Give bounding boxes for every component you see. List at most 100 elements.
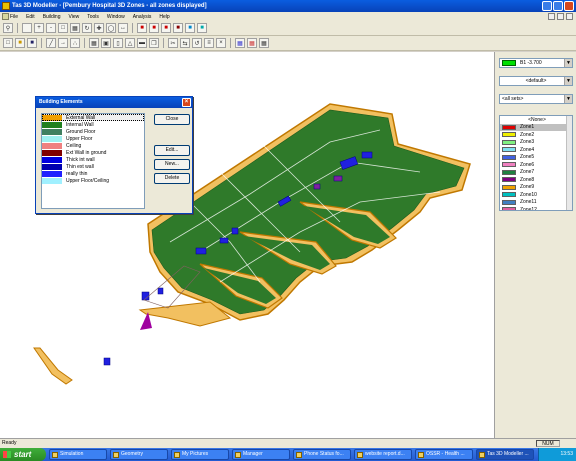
zone-icon[interactable]: ■ <box>149 23 159 33</box>
zoom-extents-icon[interactable]: □ <box>58 23 68 33</box>
sets-icon[interactable]: ▦ <box>259 38 269 48</box>
maximize-button[interactable] <box>553 1 563 11</box>
zone-list-item[interactable]: <None> <box>500 116 572 124</box>
zone-list-item[interactable]: Zone11 <box>500 199 572 207</box>
edit-button[interactable]: Edit... <box>154 145 190 156</box>
door-icon[interactable]: ▯ <box>113 38 123 48</box>
element-list[interactable]: External Wall Internal Wall Ground Floor Up… <box>41 113 145 209</box>
chevron-down-icon[interactable]: ▼ <box>564 59 572 67</box>
element-list-item[interactable]: Ground Floor <box>42 128 144 135</box>
element-list-item[interactable]: Ceiling <box>42 142 144 149</box>
dialog-title-bar[interactable]: Building Elements × <box>36 97 192 108</box>
taskbar-item[interactable]: website report.d... <box>354 449 412 460</box>
set-select[interactable]: <all sets> ▼ <box>499 94 573 104</box>
rotate-icon[interactable]: ↻ <box>82 23 92 33</box>
floor-icon[interactable]: ▬ <box>137 38 147 48</box>
zone-list[interactable]: <None> Zone1 Zone2 Zone3 Zone4 Zone5 Zone6 Zone… <box>499 115 573 211</box>
split-icon[interactable]: ∴ <box>70 38 80 48</box>
draw-line-icon[interactable]: ╱ <box>46 38 56 48</box>
taskbar-item[interactable]: Simulation <box>49 449 107 460</box>
taskbar-item[interactable]: My Pictures <box>171 449 229 460</box>
pan-icon[interactable]: ✚ <box>94 23 104 33</box>
element-list-item[interactable]: External Wall <box>42 114 144 121</box>
grid-icon[interactable]: ▦ <box>89 38 99 48</box>
element-list-item[interactable]: really thin <box>42 170 144 177</box>
minimize-button[interactable] <box>542 1 552 11</box>
menu-file[interactable]: File <box>10 14 18 20</box>
view-select[interactable]: <default> ▼ <box>499 76 573 86</box>
chevron-down-icon[interactable]: ▼ <box>564 95 572 103</box>
start-button[interactable]: start <box>0 448 46 461</box>
delete-button[interactable]: Delete <box>154 173 190 184</box>
rotate-elem-icon[interactable]: ↺ <box>192 38 202 48</box>
zone-list-item[interactable]: Zone2 <box>500 131 572 139</box>
zone-list-scrollbar[interactable] <box>566 116 572 210</box>
element-list-item[interactable]: Thick int wall <box>42 156 144 163</box>
zoom-in-icon[interactable]: + <box>34 23 44 33</box>
building-icon[interactable]: ■ <box>185 23 195 33</box>
roof-icon[interactable]: △ <box>125 38 135 48</box>
save-icon[interactable]: ■ <box>27 38 37 48</box>
taskbar-item[interactable]: Tas 3D Modeller ... <box>476 449 534 460</box>
right-panel: B1 -3.700 ▼ <default> ▼ <all sets> ▼ <No… <box>494 52 576 438</box>
cut-icon[interactable]: ✂ <box>168 38 178 48</box>
layer-icon[interactable]: ■ <box>137 23 147 33</box>
zoom-out-icon[interactable]: - <box>46 23 56 33</box>
zone-list-item[interactable]: Zone7 <box>500 169 572 177</box>
taskbar-item[interactable]: Phone Status fo... <box>293 449 351 460</box>
zone-list-item[interactable]: Zone5 <box>500 154 572 162</box>
close-icon[interactable]: × <box>182 98 191 107</box>
doc-restore-button[interactable] <box>557 13 564 20</box>
delete-icon[interactable]: × <box>216 38 226 48</box>
align-icon[interactable]: ≡ <box>204 38 214 48</box>
dialog-title: Building Elements <box>39 99 83 105</box>
element-list-item[interactable]: Upper Floor <box>42 135 144 142</box>
doc-close-button[interactable] <box>566 13 573 20</box>
open-icon[interactable]: ■ <box>15 38 25 48</box>
element-list-item[interactable]: Upper Floor/Ceiling <box>42 177 144 184</box>
menu-tools[interactable]: Tools <box>87 14 99 20</box>
menu-view[interactable]: View <box>68 14 79 20</box>
zoom-icon[interactable]: ⚲ <box>3 23 13 33</box>
mirror-icon[interactable]: ⇆ <box>180 38 190 48</box>
zone-list-item[interactable]: Zone3 <box>500 139 572 147</box>
zone-list-item[interactable]: Zone9 <box>500 184 572 192</box>
zone-list-item[interactable]: Zone6 <box>500 161 572 169</box>
element-list-item[interactable]: Ext Wall in ground <box>42 149 144 156</box>
taskbar-item[interactable]: Manager <box>232 449 290 460</box>
close-button[interactable]: Close <box>154 114 190 125</box>
zone-list-item[interactable]: Zone8 <box>500 176 572 184</box>
document-icon[interactable] <box>2 13 9 20</box>
solid-icon[interactable]: ■ <box>197 23 207 33</box>
zones-icon[interactable]: ▦ <box>235 38 245 48</box>
level-select[interactable]: B1 -3.700 ▼ <box>499 58 573 68</box>
zone-list-item[interactable]: Zone10 <box>500 191 572 199</box>
doc-minimize-button[interactable] <box>548 13 555 20</box>
zone-list-item[interactable]: Zone12 <box>500 206 572 210</box>
chevron-down-icon[interactable]: ▼ <box>564 77 572 85</box>
element-list-item[interactable]: Thin ext wall <box>42 163 144 170</box>
menu-analysis[interactable]: Analysis <box>133 14 152 20</box>
move-icon[interactable]: → <box>58 38 68 48</box>
zone-list-item[interactable]: Zone4 <box>500 146 572 154</box>
close-window-button[interactable] <box>564 1 574 11</box>
zone-list-item[interactable]: Zone1 <box>500 123 572 131</box>
taskbar-item[interactable]: OSSR - Health ... <box>415 449 473 460</box>
copy-icon[interactable]: ❐ <box>149 38 159 48</box>
new-icon[interactable]: □ <box>3 38 13 48</box>
taskbar-item[interactable]: Geometry <box>110 449 168 460</box>
element-icon[interactable]: ■ <box>161 23 171 33</box>
plan-view-icon[interactable]: ▦ <box>70 23 80 33</box>
orbit-icon[interactable]: ◯ <box>106 23 116 33</box>
menu-help[interactable]: Help <box>159 14 169 20</box>
new-button[interactable]: New... <box>154 159 190 170</box>
menu-building[interactable]: Building <box>43 14 61 20</box>
elements-icon[interactable]: ▦ <box>247 38 257 48</box>
menu-window[interactable]: Window <box>107 14 125 20</box>
select-icon[interactable] <box>22 23 32 33</box>
element-list-item[interactable]: Internal Wall <box>42 121 144 128</box>
measure-icon[interactable]: ↔ <box>118 23 128 33</box>
menu-edit[interactable]: Edit <box>26 14 35 20</box>
window-icon[interactable]: ▣ <box>101 38 111 48</box>
shade-icon[interactable]: ■ <box>173 23 183 33</box>
